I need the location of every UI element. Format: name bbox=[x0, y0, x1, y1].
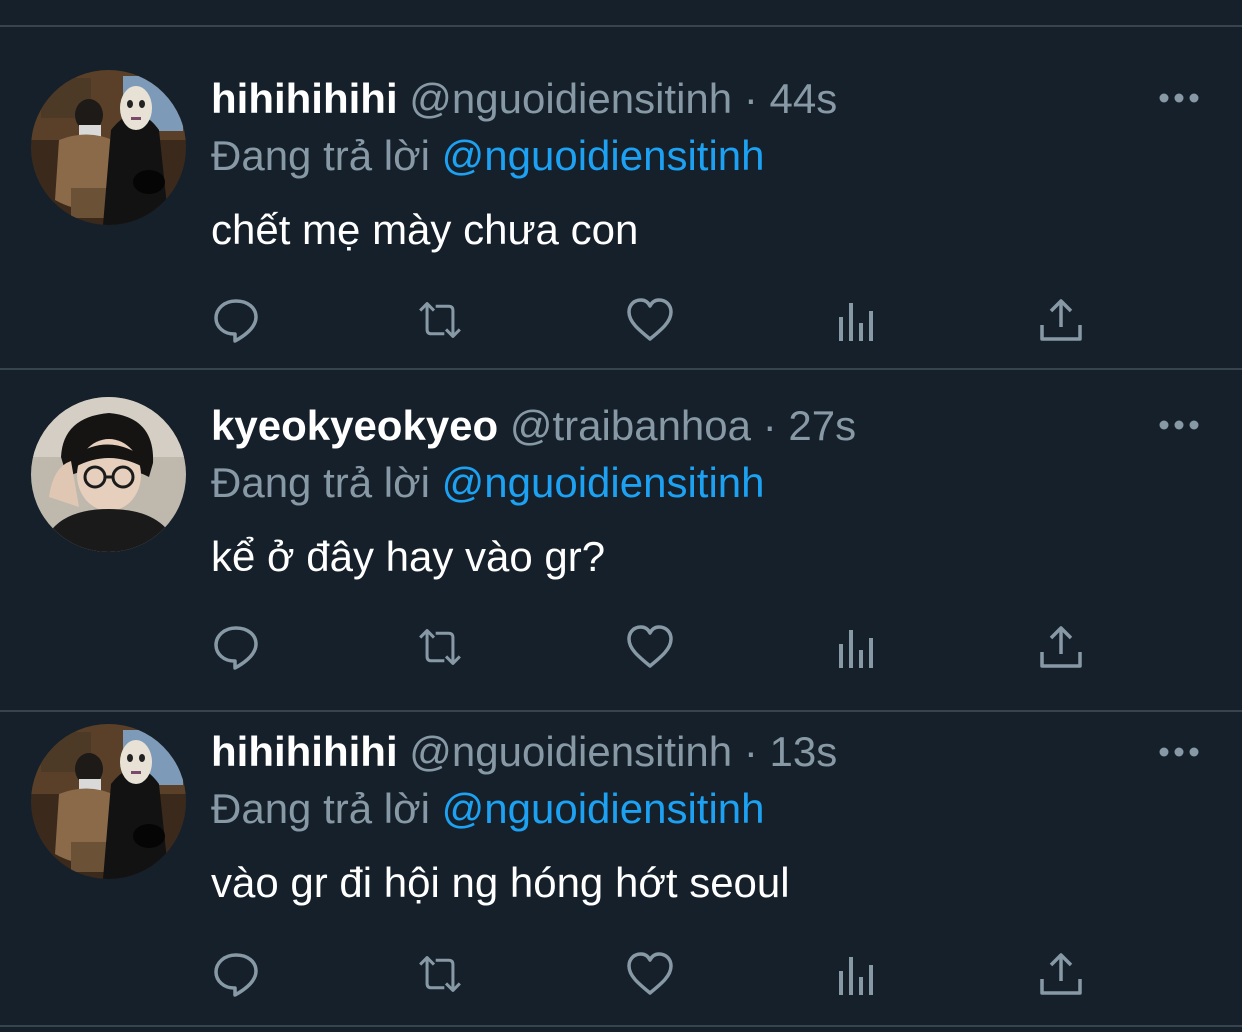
reply-mention-link[interactable]: @nguoidiensitinh bbox=[442, 459, 765, 506]
top-divider bbox=[0, 25, 1242, 27]
separator-dot: · bbox=[743, 728, 758, 775]
analytics-bars-icon[interactable] bbox=[834, 949, 884, 999]
tweet-text: vào gr đi hội ng hóng hớt seoul bbox=[211, 859, 790, 906]
analytics-bars-icon[interactable] bbox=[834, 622, 884, 672]
more-horizontal-icon[interactable] bbox=[1158, 88, 1200, 108]
reply-bubble-icon[interactable] bbox=[211, 622, 261, 672]
more-horizontal-icon[interactable] bbox=[1158, 415, 1200, 435]
avatar[interactable] bbox=[31, 724, 186, 879]
reply-context: Đang trả lời @nguoidiensitinh bbox=[211, 128, 765, 184]
reply-bubble-icon[interactable] bbox=[211, 295, 261, 345]
reply-context: Đang trả lời @nguoidiensitinh bbox=[211, 781, 765, 837]
action-bar bbox=[211, 295, 1111, 345]
analytics-bars-icon[interactable] bbox=[834, 295, 884, 345]
display-name[interactable]: hihihihihi bbox=[211, 728, 398, 775]
display-name[interactable]: hihihihihi bbox=[211, 75, 398, 122]
heart-icon[interactable] bbox=[625, 949, 675, 999]
share-upload-icon[interactable] bbox=[1036, 949, 1086, 999]
action-bar bbox=[211, 949, 1111, 999]
separator-dot: · bbox=[762, 402, 777, 449]
reply-context: Đang trả lời @nguoidiensitinh bbox=[211, 455, 765, 511]
reply-prefix: Đang trả lời bbox=[211, 459, 430, 506]
tweet-text: kể ở đây hay vào gr? bbox=[211, 533, 606, 580]
timestamp[interactable]: 13s bbox=[770, 728, 838, 775]
user-handle[interactable]: @nguoidiensitinh bbox=[409, 728, 732, 775]
user-handle[interactable]: @traibanhoa bbox=[510, 402, 751, 449]
separator-dot: · bbox=[743, 75, 758, 122]
reply-bubble-icon[interactable] bbox=[211, 949, 261, 999]
heart-icon[interactable] bbox=[625, 622, 675, 672]
share-upload-icon[interactable] bbox=[1036, 295, 1086, 345]
retweet-icon[interactable] bbox=[415, 622, 465, 672]
avatar[interactable] bbox=[31, 70, 186, 225]
reply-mention-link[interactable]: @nguoidiensitinh bbox=[442, 785, 765, 832]
timestamp[interactable]: 44s bbox=[770, 75, 838, 122]
tweet-header: kyeokyeokyeo @traibanhoa · 27s bbox=[211, 398, 856, 454]
action-bar bbox=[211, 622, 1111, 672]
tweet-item[interactable]: hihihihihi @nguoidiensitinh · 44s Đang t… bbox=[0, 28, 1242, 370]
more-horizontal-icon[interactable] bbox=[1158, 742, 1200, 762]
heart-icon[interactable] bbox=[625, 295, 675, 345]
user-handle[interactable]: @nguoidiensitinh bbox=[409, 75, 732, 122]
timestamp[interactable]: 27s bbox=[788, 402, 856, 449]
retweet-icon[interactable] bbox=[415, 295, 465, 345]
reply-prefix: Đang trả lời bbox=[211, 132, 430, 179]
retweet-icon[interactable] bbox=[415, 949, 465, 999]
tweet-item[interactable]: kyeokyeokyeo @traibanhoa · 27s Đang trả … bbox=[0, 370, 1242, 712]
tweet-item[interactable]: hihihihihi @nguoidiensitinh · 13s Đang t… bbox=[0, 697, 1242, 1027]
avatar[interactable] bbox=[31, 397, 186, 552]
share-upload-icon[interactable] bbox=[1036, 622, 1086, 672]
reply-mention-link[interactable]: @nguoidiensitinh bbox=[442, 132, 765, 179]
tweet-header: hihihihihi @nguoidiensitinh · 44s bbox=[211, 71, 837, 127]
tweet-header: hihihihihi @nguoidiensitinh · 13s bbox=[211, 724, 837, 780]
display-name[interactable]: kyeokyeokyeo bbox=[211, 402, 498, 449]
tweet-text: chết mẹ mày chưa con bbox=[211, 206, 639, 253]
reply-prefix: Đang trả lời bbox=[211, 785, 430, 832]
